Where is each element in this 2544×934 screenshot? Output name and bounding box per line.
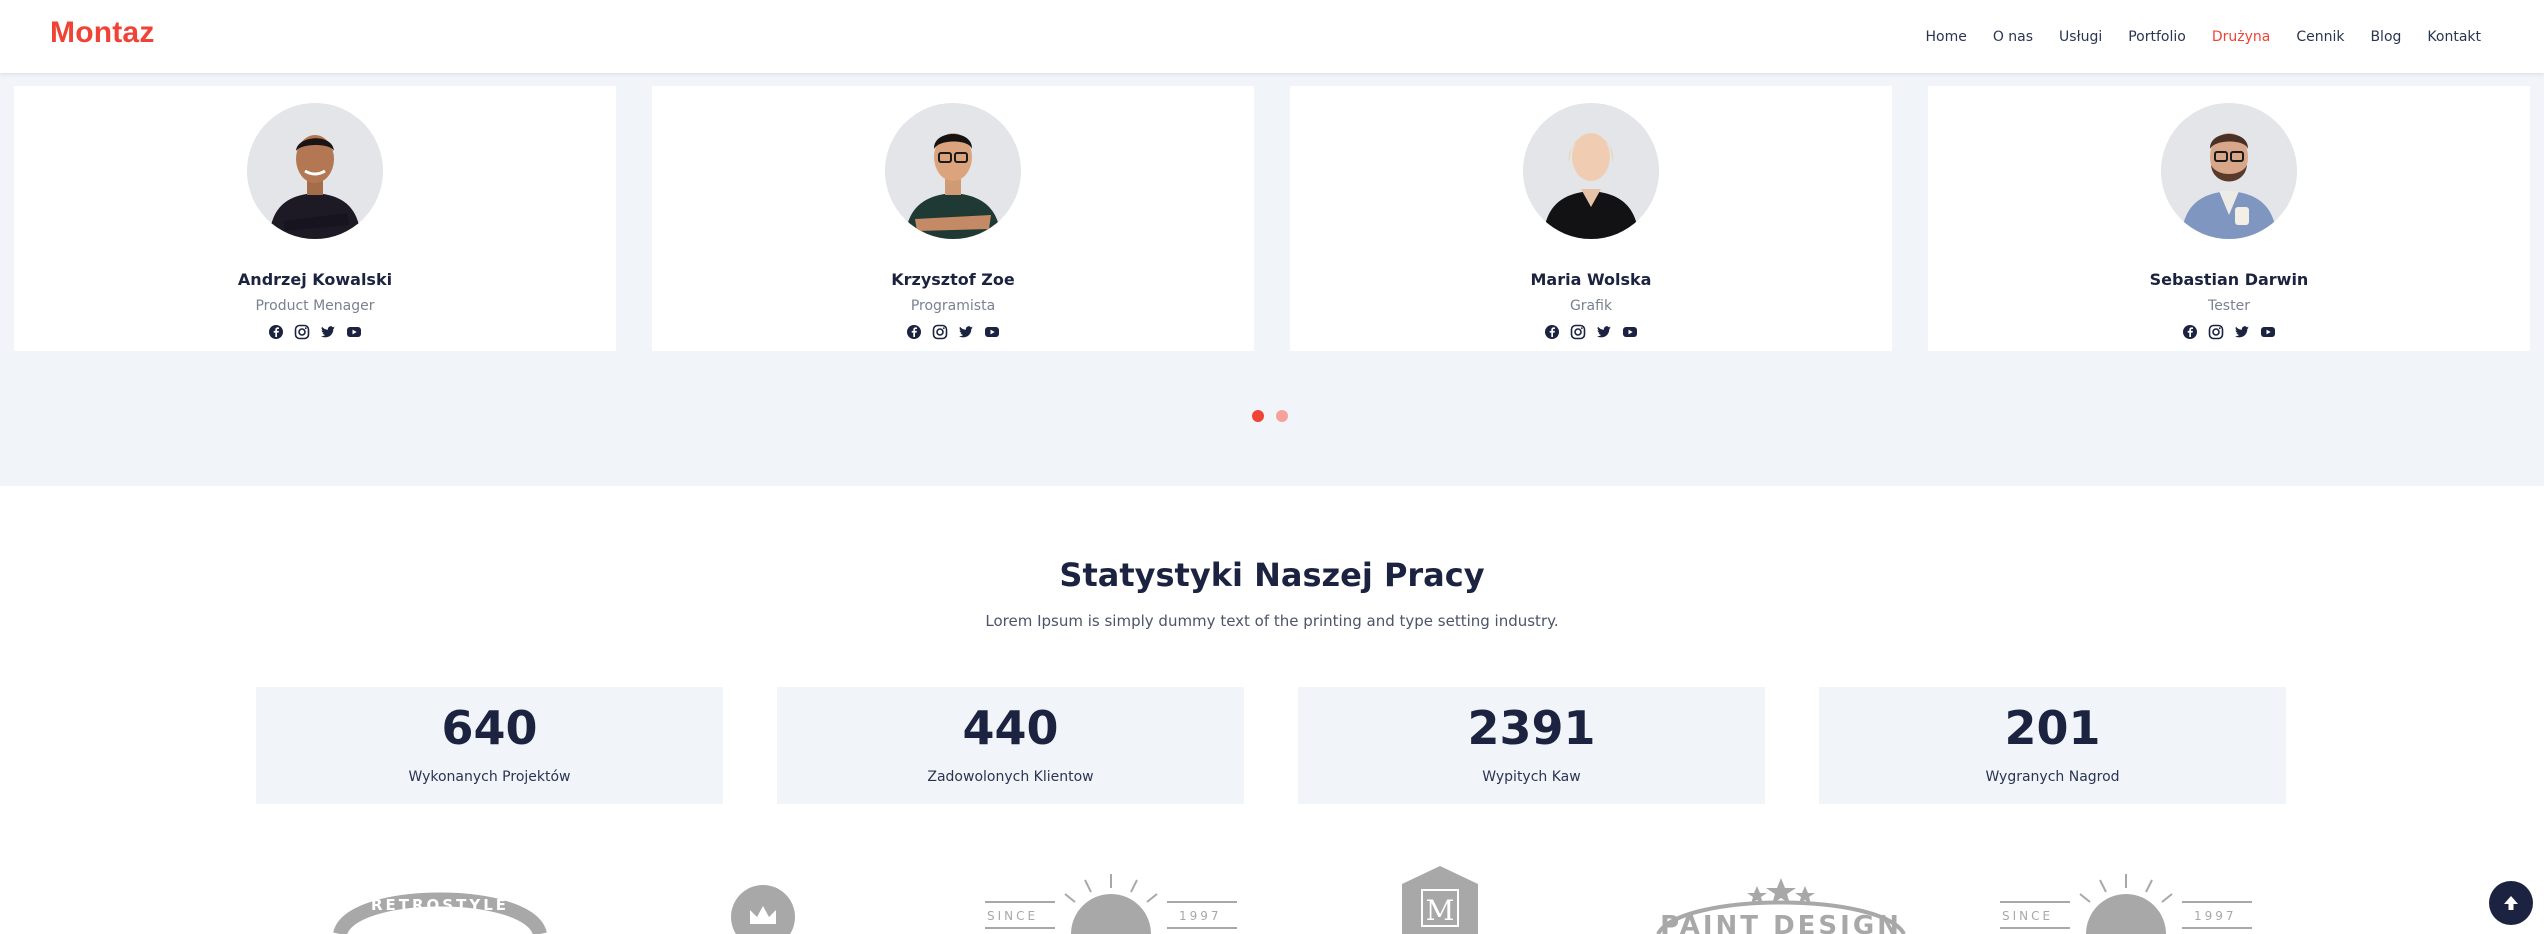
member-name: Maria Wolska bbox=[1530, 270, 1652, 289]
nav-item-uslugi[interactable]: Usługi bbox=[2059, 29, 2102, 45]
m-badge-text: M bbox=[1426, 894, 1455, 927]
back-to-top-button[interactable] bbox=[2489, 881, 2533, 925]
carousel-dots bbox=[1252, 410, 1288, 422]
stat-value: 440 bbox=[962, 701, 1059, 755]
youtube-icon[interactable] bbox=[1622, 324, 1638, 340]
brand-logo[interactable]: Montaz bbox=[50, 16, 155, 50]
carousel-dot-2[interactable] bbox=[1276, 410, 1288, 422]
since-text: SINCE bbox=[987, 909, 1038, 923]
avatar bbox=[885, 103, 1021, 239]
retrostyle-text: RETROSTYLE bbox=[371, 896, 509, 914]
member-role: Product Menager bbox=[255, 298, 375, 314]
partner-logo-sunrise: SINCE 1997 bbox=[985, 872, 1237, 934]
member-name: Andrzej Kowalski bbox=[237, 270, 393, 289]
youtube-icon[interactable] bbox=[346, 324, 362, 340]
partner-logo-paint-design: PAINT DESIGN bbox=[1650, 876, 1912, 934]
partner-logo-crown bbox=[730, 884, 796, 934]
stat-label: Wygranych Nagrod bbox=[1985, 769, 2120, 785]
social-links bbox=[14, 324, 616, 340]
nav-item-portfolio[interactable]: Portfolio bbox=[2128, 29, 2186, 45]
avatar bbox=[1523, 103, 1659, 239]
team-card: Krzysztof Zoe Programista bbox=[652, 86, 1254, 351]
partner-logo-retrostyle: RETROSTYLE bbox=[330, 878, 550, 934]
member-role: Grafik bbox=[1569, 298, 1613, 314]
since-text: SINCE bbox=[2002, 909, 2053, 923]
year-text: 1997 bbox=[2194, 909, 2237, 923]
facebook-icon[interactable] bbox=[1544, 324, 1560, 340]
team-section: Andrzej Kowalski Product Menager Krzyszt… bbox=[0, 73, 2544, 486]
partner-logo-sunrise-2: SINCE 1997 bbox=[2000, 872, 2252, 934]
twitter-icon[interactable] bbox=[1596, 324, 1612, 340]
facebook-icon[interactable] bbox=[2182, 324, 2198, 340]
stats-subtitle: Lorem Ipsum is simply dummy text of the … bbox=[985, 612, 1559, 630]
member-name: Krzysztof Zoe bbox=[891, 270, 1015, 289]
nav-item-druzyna[interactable]: Drużyna bbox=[2212, 29, 2271, 45]
social-links bbox=[652, 324, 1254, 340]
stat-card: 440 Zadowolonych Klientow bbox=[777, 687, 1244, 804]
facebook-icon[interactable] bbox=[268, 324, 284, 340]
arrow-up-icon bbox=[2504, 896, 2518, 910]
avatar bbox=[247, 103, 383, 239]
stat-card: 2391 Wypitych Kaw bbox=[1298, 687, 1765, 804]
youtube-icon[interactable] bbox=[984, 324, 1000, 340]
site-header: Montaz Home O nas Usługi Portfolio Druży… bbox=[0, 0, 2544, 73]
nav-item-o-nas[interactable]: O nas bbox=[1993, 29, 2033, 45]
avatar bbox=[2161, 103, 2297, 239]
instagram-icon[interactable] bbox=[1570, 324, 1586, 340]
year-text: 1997 bbox=[1179, 909, 1222, 923]
stat-value: 2391 bbox=[1467, 701, 1596, 755]
social-links bbox=[1928, 324, 2530, 340]
nav-item-cennik[interactable]: Cennik bbox=[2296, 29, 2344, 45]
team-card: Maria Wolska Grafik bbox=[1290, 86, 1892, 351]
nav-item-kontakt[interactable]: Kontakt bbox=[2427, 29, 2481, 45]
main-nav: Home O nas Usługi Portfolio Drużyna Cenn… bbox=[1899, 0, 2481, 73]
stat-value: 640 bbox=[441, 701, 538, 755]
member-role: Programista bbox=[910, 298, 996, 314]
stat-card: 640 Wykonanych Projektów bbox=[256, 687, 723, 804]
team-card: Sebastian Darwin Tester bbox=[1928, 86, 2530, 351]
instagram-icon[interactable] bbox=[2208, 324, 2224, 340]
member-role: Tester bbox=[2208, 298, 2250, 314]
partner-logo-m-badge: M bbox=[1400, 866, 1480, 934]
stat-label: Wypitych Kaw bbox=[1482, 769, 1581, 785]
member-name: Sebastian Darwin bbox=[2149, 270, 2309, 289]
instagram-icon[interactable] bbox=[932, 324, 948, 340]
facebook-icon[interactable] bbox=[906, 324, 922, 340]
carousel-dot-1[interactable] bbox=[1252, 410, 1264, 422]
twitter-icon[interactable] bbox=[320, 324, 336, 340]
instagram-icon[interactable] bbox=[294, 324, 310, 340]
team-card: Andrzej Kowalski Product Menager bbox=[14, 86, 616, 351]
nav-item-blog[interactable]: Blog bbox=[2370, 29, 2401, 45]
twitter-icon[interactable] bbox=[958, 324, 974, 340]
social-links bbox=[1290, 324, 1892, 340]
stat-label: Wykonanych Projektów bbox=[408, 769, 571, 785]
youtube-icon[interactable] bbox=[2260, 324, 2276, 340]
stat-label: Zadowolonych Klientow bbox=[927, 769, 1094, 785]
stat-value: 201 bbox=[2004, 701, 2101, 755]
nav-item-home[interactable]: Home bbox=[1925, 29, 1966, 45]
stats-heading: Statystyki Naszej Pracy bbox=[1059, 556, 1485, 594]
twitter-icon[interactable] bbox=[2234, 324, 2250, 340]
paint-design-text: PAINT DESIGN bbox=[1660, 911, 1902, 934]
stat-card: 201 Wygranych Nagrod bbox=[1819, 687, 2286, 804]
